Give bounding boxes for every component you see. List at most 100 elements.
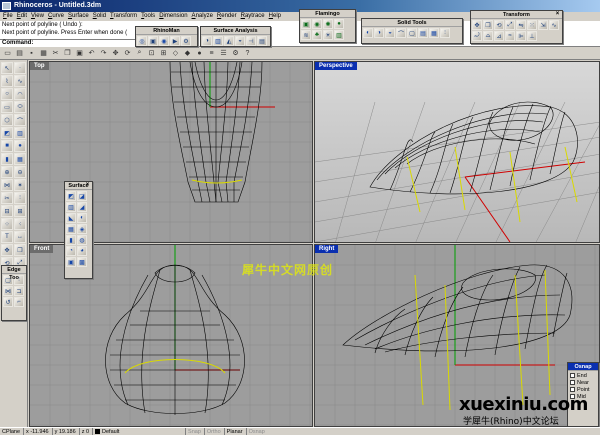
cylinder-solid-icon[interactable]: ▮ bbox=[1, 153, 13, 165]
box-solid-icon[interactable]: ■ bbox=[1, 140, 13, 152]
render-icon[interactable]: ● bbox=[194, 47, 205, 59]
flamingo-options-icon[interactable]: ▥ bbox=[334, 30, 344, 40]
checkbox[interactable] bbox=[570, 380, 575, 385]
array-icon[interactable]: ⁙ bbox=[527, 20, 537, 30]
surface-toolbar[interactable]: Surface × ◩ ◪ ▥ ◢ ◣ ◐ ▦ ◈ ▮ ◍ ◔ ◕ ▣ ▩ bbox=[64, 181, 93, 279]
solid-intersect-icon[interactable]: ◒ bbox=[385, 28, 395, 38]
rectangle-icon[interactable]: ▭ bbox=[1, 101, 13, 113]
flamingo-material-icon[interactable]: ◉ bbox=[312, 19, 322, 29]
circle-icon[interactable]: ○ bbox=[1, 88, 13, 100]
solid-shell-icon[interactable]: ▢ bbox=[407, 28, 417, 38]
surface-blend-icon[interactable]: ◔ bbox=[66, 246, 76, 256]
osnap-end-option[interactable]: End bbox=[570, 372, 596, 379]
rhinoman-settings-icon[interactable]: ⚙ bbox=[181, 36, 191, 46]
status-osnap-toggle[interactable]: Osnap bbox=[245, 428, 265, 435]
options-icon[interactable]: ⚙ bbox=[230, 47, 241, 59]
curvature-icon[interactable]: ◑ bbox=[202, 36, 212, 46]
solid-cap-icon[interactable]: ▤ bbox=[418, 28, 428, 38]
menu-edit[interactable]: Edit bbox=[17, 12, 27, 21]
status-ortho-toggle[interactable]: Ortho bbox=[203, 428, 221, 435]
viewport-top-label[interactable]: Top bbox=[30, 62, 49, 70]
edge-tools-title[interactable]: Edge Too bbox=[2, 266, 26, 281]
surface-sweep2-icon[interactable]: ◣ bbox=[66, 213, 76, 223]
viewport-perspective-label[interactable]: Perspective bbox=[315, 62, 357, 70]
solid-difference-icon[interactable]: ◑ bbox=[374, 28, 384, 38]
menu-analyze[interactable]: Analyze bbox=[192, 12, 213, 21]
menu-transform[interactable]: Transform bbox=[110, 12, 137, 21]
orient-icon[interactable]: ⇲ bbox=[538, 20, 548, 30]
copy-icon[interactable]: ❐ bbox=[483, 20, 493, 30]
thickness-icon[interactable]: ▤ bbox=[257, 36, 267, 46]
zoom-icon[interactable]: ⌕ bbox=[134, 47, 145, 59]
surface-extrude-icon[interactable]: ▮ bbox=[66, 235, 76, 245]
status-layer[interactable]: Default bbox=[92, 428, 182, 435]
taper-icon[interactable]: ⊿ bbox=[494, 31, 504, 41]
surface-revolve-icon[interactable]: ◐ bbox=[77, 213, 87, 223]
polygon-icon[interactable]: ⬡ bbox=[1, 114, 13, 126]
project-icon[interactable]: ⊥ bbox=[527, 31, 537, 41]
menu-surface[interactable]: Surface bbox=[68, 12, 89, 21]
viewport-front-label[interactable]: Front bbox=[30, 245, 54, 253]
join-edge-icon[interactable]: ⊐ bbox=[14, 286, 24, 296]
rhinoman-toolbar[interactable]: RhinoMan ◎ ▣ ◉ ▶ ⚙ bbox=[135, 26, 198, 47]
solid-tools-toolbar[interactable]: Solid Tools ◐ ◑ ◒ ⌒ ▢ ▤ ▦ ⫶ bbox=[361, 18, 463, 44]
help-icon[interactable]: ? bbox=[242, 47, 253, 59]
mesh-icon[interactable]: ▦ bbox=[14, 153, 26, 165]
edge-continuity-icon[interactable]: ⊣ bbox=[246, 36, 256, 46]
new-file-icon[interactable]: ▭ bbox=[2, 47, 13, 59]
surface-analysis-toolbar[interactable]: Surface Analysis ◑ ▥ ◭ ◒ ⊣ ▤ bbox=[200, 26, 271, 47]
surface-patch-icon[interactable]: ◈ bbox=[77, 224, 87, 234]
shaded-icon[interactable]: ◆ bbox=[182, 47, 193, 59]
boolean-union-icon[interactable]: ⊕ bbox=[1, 166, 13, 178]
surface-fillet-icon[interactable]: ◕ bbox=[77, 246, 87, 256]
menu-tools[interactable]: Tools bbox=[141, 12, 155, 21]
properties-icon[interactable]: ☰ bbox=[218, 47, 229, 59]
print-icon[interactable]: ▦ bbox=[38, 47, 49, 59]
explode-icon[interactable]: ✶ bbox=[14, 179, 26, 191]
rotate-icon[interactable]: ⟲ bbox=[494, 20, 504, 30]
close-icon[interactable]: × bbox=[84, 182, 91, 189]
points-on-icon[interactable]: ⁘ bbox=[1, 218, 13, 230]
layer-icon[interactable]: ≡ bbox=[206, 47, 217, 59]
wireframe-icon[interactable]: ◇ bbox=[170, 47, 181, 59]
rebuild-edge-icon[interactable]: ↺ bbox=[3, 297, 13, 307]
solid-split-icon[interactable]: ⫶ bbox=[440, 28, 450, 38]
scale-icon[interactable]: ⤢ bbox=[505, 20, 515, 30]
transform-toolbar-title[interactable]: Transform × bbox=[471, 11, 562, 19]
surface-corner-icon[interactable]: ◩ bbox=[66, 191, 76, 201]
viewport-right-label[interactable]: Right bbox=[315, 245, 339, 253]
copy-object-icon[interactable]: ❐ bbox=[14, 244, 26, 256]
flamingo-light-icon[interactable]: ✺ bbox=[323, 19, 333, 29]
point-icon[interactable]: · bbox=[14, 62, 26, 74]
move-icon[interactable]: ✥ bbox=[1, 244, 13, 256]
menu-raytrace[interactable]: Raytrace bbox=[241, 12, 265, 21]
flow-icon[interactable]: ∿ bbox=[549, 20, 559, 30]
move-icon[interactable]: ✥ bbox=[472, 20, 482, 30]
close-icon[interactable]: × bbox=[554, 11, 561, 18]
ungroup-icon[interactable]: ⊞ bbox=[14, 205, 26, 217]
surface-offset-icon[interactable]: ▣ bbox=[66, 257, 76, 267]
rhinoman-camera-icon[interactable]: ▣ bbox=[148, 36, 158, 46]
flamingo-toolbar-title[interactable]: Flamingo bbox=[300, 10, 355, 18]
solid-union-icon[interactable]: ◐ bbox=[363, 28, 373, 38]
rotate-view-icon[interactable]: ⟳ bbox=[122, 47, 133, 59]
curve-icon[interactable]: ∿ bbox=[14, 75, 26, 87]
zebra-icon[interactable]: ▥ bbox=[213, 36, 223, 46]
surface-drape-icon[interactable]: ▩ bbox=[77, 257, 87, 267]
flamingo-sphere-icon[interactable]: ● bbox=[334, 19, 344, 29]
fillet-curve-icon[interactable]: ⌒ bbox=[14, 114, 26, 126]
edge-tools-toolbar[interactable]: Edge Too ▢ ⫶ ⋈ ⊐ ↺ ⌐ bbox=[1, 265, 27, 321]
open-file-icon[interactable]: ▤ bbox=[14, 47, 25, 59]
menu-solid[interactable]: Solid bbox=[93, 12, 106, 21]
merge-edge-icon[interactable]: ⋈ bbox=[3, 286, 13, 296]
copy-icon[interactable]: ❐ bbox=[62, 47, 73, 59]
paste-icon[interactable]: ▣ bbox=[74, 47, 85, 59]
arc-icon[interactable]: ◠ bbox=[14, 88, 26, 100]
naked-edge-icon[interactable]: ⌐ bbox=[14, 297, 24, 307]
menu-view[interactable]: View bbox=[31, 12, 44, 21]
osnap-near-option[interactable]: Near bbox=[570, 379, 596, 386]
surface-toolbar-title[interactable]: Surface × bbox=[65, 182, 92, 190]
command-prompt-input[interactable]: Command: bbox=[0, 39, 140, 47]
osnap-point-option[interactable]: Point bbox=[570, 386, 596, 393]
status-snap-toggle[interactable]: Snap bbox=[185, 428, 201, 435]
